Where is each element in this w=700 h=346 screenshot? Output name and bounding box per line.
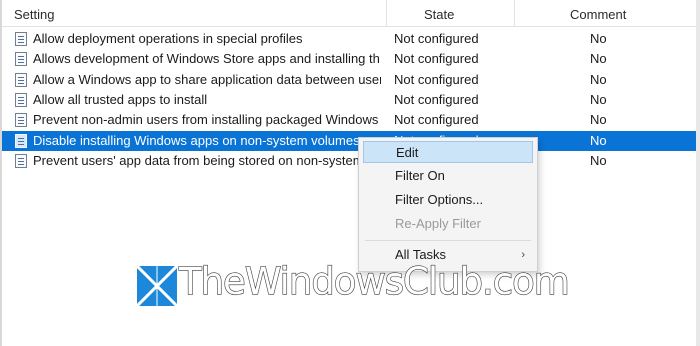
setting-comment: No [590,112,607,128]
setting-comment: No [590,132,607,148]
column-header-setting[interactable]: Setting [14,0,54,26]
setting-comment: No [590,91,607,107]
setting-name: Prevent non-admin users from installing … [33,112,381,128]
menu-item-reapply-filter: Re-Apply Filter [363,213,533,235]
setting-name: Allow deployment operations in special p… [33,31,303,46]
column-divider[interactable] [386,0,387,26]
watermark-text: TheWindowsClub.com [178,259,570,303]
policy-setting-icon [15,113,27,128]
policy-setting-icon [15,153,27,168]
menu-item-label: Filter On [395,168,445,183]
setting-comment: No [590,71,607,87]
menu-separator [365,240,531,241]
policy-setting-icon [15,52,27,67]
table-row[interactable]: Prevent non-admin users from installing … [2,110,696,130]
scrollbar-track[interactable] [696,0,700,346]
policy-setting-icon [15,72,27,87]
policy-setting-icon [15,32,27,46]
windows-logo-graphic [137,266,177,306]
policy-setting-icon [15,133,27,148]
list-header: Setting State Comment [2,0,696,27]
setting-comment: No [590,152,607,168]
menu-item-label: Filter Options... [395,192,484,207]
table-row[interactable]: Allows development of Windows Store apps… [2,49,696,69]
setting-comment: No [590,31,607,46]
table-row[interactable]: Allow all trusted apps to install Not con… [2,90,696,110]
table-row[interactable]: Disable installing Windows apps on non-s… [2,130,696,151]
setting-state: Not configured [394,31,479,46]
setting-name: Allow a Windows app to share application… [33,71,381,87]
setting-comment: No [590,51,607,67]
menu-item-label: Re-Apply Filter [395,216,481,231]
menu-item-edit[interactable]: Edit [363,141,533,163]
table-row[interactable]: Allow a Windows app to share application… [2,70,696,90]
menu-item-filter-on[interactable]: Filter On [363,165,533,187]
setting-state: Not configured [394,51,479,67]
windows-logo-icon [137,266,177,306]
setting-name: Allow all trusted apps to install [33,91,208,107]
setting-state: Not configured [394,112,479,128]
setting-state: Not configured [394,91,479,107]
setting-name: Allows development of Windows Store apps… [33,51,381,67]
table-row[interactable]: Allow deployment operations in special p… [2,29,696,49]
policy-setting-icon [15,92,27,107]
column-header-state[interactable]: State [424,0,454,26]
column-divider[interactable] [514,0,515,26]
table-row[interactable]: Prevent users' app data from being store… [2,151,696,171]
menu-item-label: Edit [396,145,419,160]
context-menu: Edit Filter On Filter Options... Re-Appl… [358,137,538,272]
setting-name: Prevent users' app data from being store… [33,152,364,168]
policy-settings-view: Setting State Comment Allow deployment o… [0,0,700,346]
column-header-comment[interactable]: Comment [570,0,626,26]
menu-item-filter-options[interactable]: Filter Options... [363,189,533,211]
setting-name: Disable installing Windows apps on non-s… [33,132,360,148]
setting-state: Not configured [394,71,479,87]
